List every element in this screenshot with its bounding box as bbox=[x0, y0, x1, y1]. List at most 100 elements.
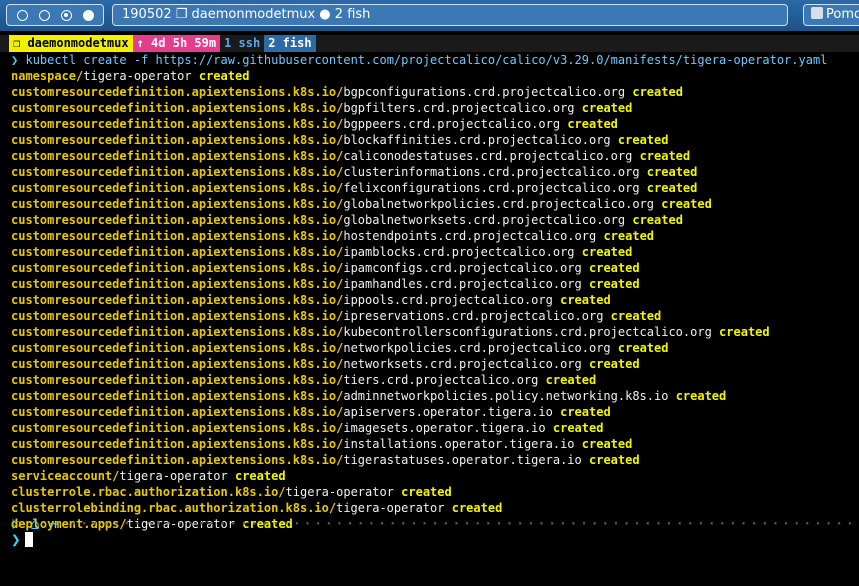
resource-status: created bbox=[560, 293, 611, 307]
resource-status: created bbox=[646, 165, 698, 179]
resource-name: ipamhandles.crd.projectcalico.org bbox=[343, 277, 582, 291]
pomo-tab[interactable]: Pomo bbox=[803, 4, 859, 26]
prompt-line: ⚐ ⌂ ~ ··································… bbox=[11, 514, 851, 530]
text-cursor bbox=[24, 532, 33, 547]
resource-kind: customresourcedefinition.apiextensions.k… bbox=[11, 117, 344, 131]
resource-status: created bbox=[401, 485, 452, 499]
output-line: customresourcedefinition.apiextensions.k… bbox=[0, 324, 859, 340]
command-output: namespace/tigera-operator created customr… bbox=[0, 68, 859, 532]
resource-kind: customresourcedefinition.apiextensions.k… bbox=[11, 213, 344, 227]
resource-name: bgpfilters.crd.projectcalico.org bbox=[343, 101, 575, 115]
resource-kind: customresourcedefinition.apiextensions.k… bbox=[11, 101, 344, 115]
resource-status: created bbox=[552, 421, 604, 435]
output-line: customresourcedefinition.apiextensions.k… bbox=[0, 260, 859, 276]
resource-name: tigera-operator bbox=[336, 501, 445, 515]
resource-status: created bbox=[646, 181, 698, 195]
input-prompt-arrow: ❯ bbox=[11, 530, 21, 549]
output-line: customresourcedefinition.apiextensions.k… bbox=[0, 372, 859, 388]
resource-name: tiers.crd.projectcalico.org bbox=[343, 373, 539, 387]
output-line: customresourcedefinition.apiextensions.k… bbox=[0, 196, 859, 212]
resource-kind: customresourcedefinition.apiextensions.k… bbox=[11, 389, 344, 403]
resource-name: apiservers.operator.tigera.io bbox=[343, 405, 553, 419]
resource-kind: customresourcedefinition.apiextensions.k… bbox=[11, 437, 344, 451]
output-line: serviceaccount/tigera-operator created bbox=[0, 468, 859, 484]
input-line[interactable]: ❯ bbox=[11, 530, 33, 549]
window-button-4-icon[interactable] bbox=[82, 9, 94, 21]
output-line: customresourcedefinition.apiextensions.k… bbox=[0, 132, 859, 148]
resource-status: created bbox=[451, 501, 503, 515]
output-line: customresourcedefinition.apiextensions.k… bbox=[0, 356, 859, 372]
home-icon: ⌂ bbox=[30, 514, 40, 530]
resource-name: globalnetworksets.crd.projectcalico.org bbox=[343, 213, 626, 227]
resource-kind: customresourcedefinition.apiextensions.k… bbox=[11, 229, 344, 243]
resource-kind: customresourcedefinition.apiextensions.k… bbox=[11, 293, 344, 307]
output-line: customresourcedefinition.apiextensions.k… bbox=[0, 308, 859, 324]
tmux-window-fish[interactable]: 2 fish bbox=[264, 35, 316, 52]
output-line: customresourcedefinition.apiextensions.k… bbox=[0, 116, 859, 132]
resource-status: created bbox=[581, 245, 633, 259]
resource-kind: customresourcedefinition.apiextensions.k… bbox=[11, 325, 344, 339]
fish-icon: ⚐ bbox=[11, 514, 21, 530]
output-line: customresourcedefinition.apiextensions.k… bbox=[0, 244, 859, 260]
output-line: clusterrole.rbac.authorization.k8s.io/ti… bbox=[0, 484, 859, 500]
output-line: customresourcedefinition.apiextensions.k… bbox=[0, 292, 859, 308]
tmux-session: ❐ daemonmodetmux bbox=[9, 35, 133, 52]
resource-name: installations.operator.tigera.io bbox=[343, 437, 575, 451]
resource-kind: customresourcedefinition.apiextensions.k… bbox=[11, 197, 344, 211]
prompt-path: ~ bbox=[49, 514, 60, 530]
resource-status: created bbox=[632, 213, 683, 227]
resource-name: networkpolicies.crd.projectcalico.org bbox=[343, 341, 611, 355]
output-line: customresourcedefinition.apiextensions.k… bbox=[0, 420, 859, 436]
output-line: customresourcedefinition.apiextensions.k… bbox=[0, 452, 859, 468]
resource-name: ipamconfigs.crd.projectcalico.org bbox=[343, 261, 582, 275]
resource-kind: customresourcedefinition.apiextensions.k… bbox=[11, 405, 344, 419]
resource-kind: customresourcedefinition.apiextensions.k… bbox=[11, 261, 344, 275]
resource-name: ipamblocks.crd.projectcalico.org bbox=[343, 245, 575, 259]
pomo-label: Pomo bbox=[826, 7, 859, 22]
output-line: customresourcedefinition.apiextensions.k… bbox=[0, 404, 859, 420]
command-line: ❯ kubectl create -f https://raw.githubus… bbox=[0, 52, 859, 68]
resource-status: created bbox=[567, 117, 618, 131]
resource-kind: customresourcedefinition.apiextensions.k… bbox=[11, 277, 344, 291]
output-line: customresourcedefinition.apiextensions.k… bbox=[0, 180, 859, 196]
resource-status: created bbox=[617, 341, 669, 355]
window-button-1-icon[interactable] bbox=[16, 9, 28, 21]
resource-kind: customresourcedefinition.apiextensions.k… bbox=[11, 85, 344, 99]
tmux-uptime: ↑ 4d 5h 59m bbox=[132, 35, 221, 52]
resource-kind: customresourcedefinition.apiextensions.k… bbox=[11, 133, 344, 147]
window-button-3-icon[interactable] bbox=[60, 9, 72, 21]
resource-status: created bbox=[545, 373, 597, 387]
resource-kind: customresourcedefinition.apiextensions.k… bbox=[11, 149, 344, 163]
resource-name: blockaffinities.crd.projectcalico.org bbox=[343, 133, 611, 147]
tmux-window-ssh[interactable]: 1 ssh bbox=[220, 35, 265, 52]
resource-status: created bbox=[639, 149, 691, 163]
window-button-2-icon[interactable] bbox=[38, 9, 50, 21]
tmux-status-line: ❐ daemonmodetmux ↑ 4d 5h 59m 1 ssh 2 fis… bbox=[0, 35, 859, 52]
resource-name: bgppeers.crd.projectcalico.org bbox=[343, 117, 561, 131]
resource-kind: customresourcedefinition.apiextensions.k… bbox=[11, 357, 344, 371]
resource-kind: serviceaccount/ bbox=[11, 469, 120, 483]
resource-name: kubecontrollersconfigurations.crd.projec… bbox=[343, 325, 712, 339]
resource-status: created bbox=[581, 437, 633, 451]
window-title-tab[interactable]: 190502 ❐ daemonmodetmux ● 2 fish bbox=[112, 4, 788, 26]
resource-kind: clusterrole.rbac.authorization.k8s.io/ bbox=[11, 485, 286, 499]
resource-status: created bbox=[234, 469, 286, 483]
resource-kind: clusterrolebinding.rbac.authorization.k8… bbox=[11, 501, 337, 515]
resource-name: ippools.crd.projectcalico.org bbox=[343, 293, 553, 307]
resource-status: created bbox=[589, 453, 640, 467]
resource-kind: customresourcedefinition.apiextensions.k… bbox=[11, 341, 344, 355]
output-line: customresourcedefinition.apiextensions.k… bbox=[0, 84, 859, 100]
terminal[interactable]: ❐ daemonmodetmux ↑ 4d 5h 59m 1 ssh 2 fis… bbox=[0, 35, 859, 586]
resource-status: created bbox=[632, 85, 683, 99]
resource-name: tigera-operator bbox=[285, 485, 394, 499]
command-text: kubectl create -f https://raw.githubuser… bbox=[25, 53, 828, 67]
resource-status: created bbox=[617, 133, 669, 147]
resource-status: created bbox=[589, 277, 640, 291]
output-line: customresourcedefinition.apiextensions.k… bbox=[0, 148, 859, 164]
output-line: namespace/tigera-operator created bbox=[0, 68, 859, 84]
resource-name: bgpconfigurations.crd.projectcalico.org bbox=[343, 85, 626, 99]
resource-status: created bbox=[719, 325, 770, 339]
output-line: customresourcedefinition.apiextensions.k… bbox=[0, 164, 859, 180]
resource-kind: customresourcedefinition.apiextensions.k… bbox=[11, 165, 344, 179]
resource-kind: customresourcedefinition.apiextensions.k… bbox=[11, 421, 344, 435]
